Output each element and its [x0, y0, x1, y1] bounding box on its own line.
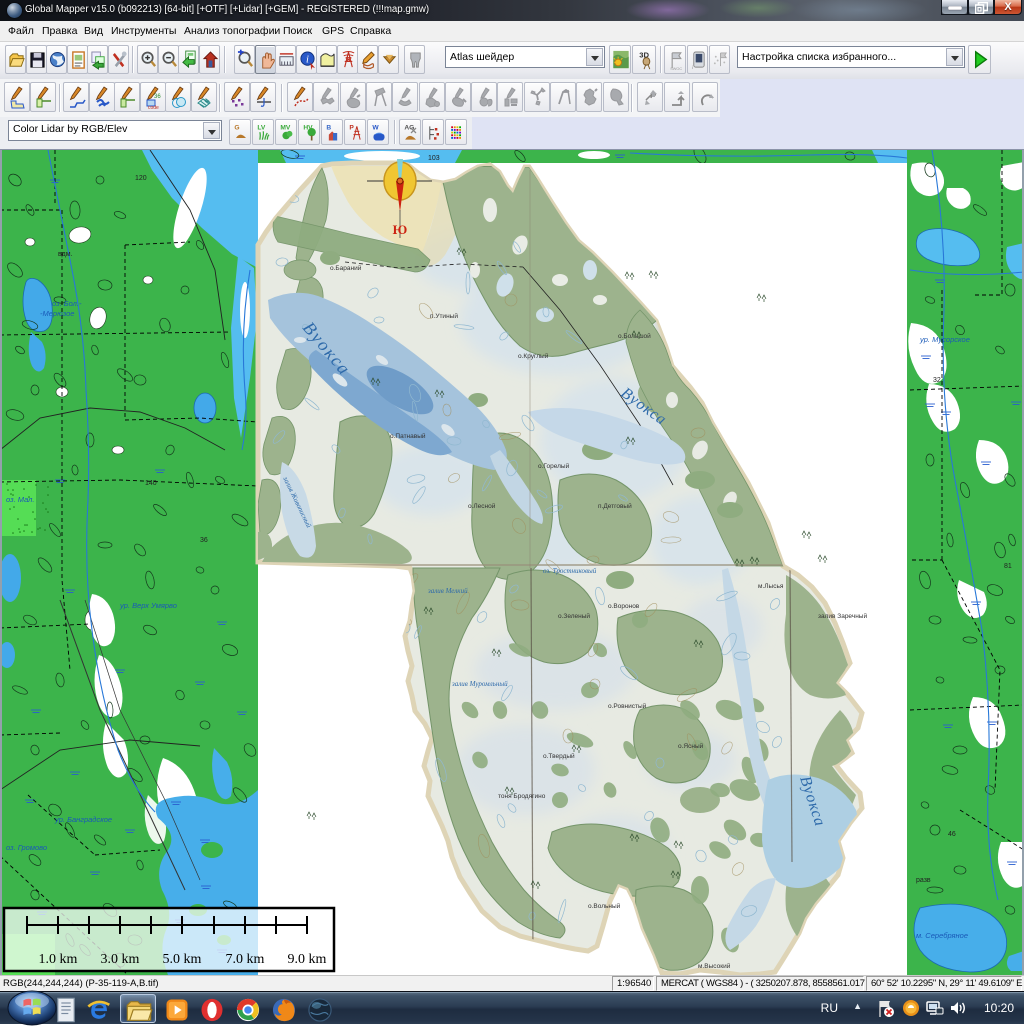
svg-text:о.Патнавый: о.Патнавый — [390, 432, 426, 440]
svg-text:п.Утиный: п.Утиный — [430, 312, 458, 320]
svg-text:п.Детговый: п.Детговый — [598, 502, 632, 510]
svg-text:оз. Громово: оз. Громово — [6, 843, 47, 852]
svg-text:о.Круглый: о.Круглый — [518, 352, 549, 360]
svg-text:ур. Верх Умярво: ур. Верх Умярво — [119, 601, 177, 610]
svg-text:P: P — [349, 125, 354, 132]
svg-text:i: i — [306, 54, 309, 65]
svg-text:46: 46 — [948, 831, 956, 838]
svg-text:120: 120 — [135, 175, 147, 182]
svg-text:5.0 km: 5.0 km — [163, 952, 202, 967]
svg-text:Ю: Ю — [393, 222, 408, 237]
svg-text:32: 32 — [933, 377, 941, 384]
svg-text:м.Высокий: м.Высокий — [698, 962, 731, 970]
svg-text:i: i — [692, 65, 693, 71]
svg-text:36: 36 — [154, 94, 161, 100]
svg-text:о.Большой: о.Большой — [618, 332, 651, 340]
svg-text:1.0 km: 1.0 km — [39, 952, 78, 967]
svg-text:м.Лысья: м.Лысья — [758, 583, 784, 590]
svg-text:36: 36 — [200, 537, 208, 544]
svg-text:140: 140 — [145, 480, 157, 487]
svg-text:о.Лесной: о.Лесной — [468, 502, 496, 510]
svg-text:тоня Бродягино: тоня Бродягино — [498, 793, 546, 800]
svg-text:G: G — [234, 125, 239, 132]
svg-text:о.Бараний: о.Бараний — [330, 264, 362, 272]
svg-text:о.Ровнистый: о.Ровнистый — [608, 702, 647, 710]
svg-text:3.0 km: 3.0 km — [101, 952, 140, 967]
svg-text:о.Горелый: о.Горелый — [538, 462, 570, 470]
svg-text:оз. Тростниковый: оз. Тростниковый — [543, 567, 597, 575]
svg-text:ур. Мусорское: ур. Мусорское — [919, 335, 970, 344]
svg-text:MV: MV — [280, 125, 291, 132]
svg-text:ур. Банградское: ур. Банградское — [54, 815, 112, 824]
svg-text:-Мерюзое: -Мерюзое — [40, 309, 74, 318]
svg-text:оз. Бол.-: оз. Бол.- — [52, 299, 82, 308]
svg-text:code: code — [148, 105, 159, 110]
svg-text:о.Ясный: о.Ясный — [678, 742, 704, 750]
svg-text:м. Серебряное: м. Серебряное — [916, 931, 968, 940]
svg-text:81: 81 — [1004, 563, 1012, 570]
svg-text:B: B — [326, 125, 331, 132]
svg-text:залив Мелкий: залив Мелкий — [427, 587, 468, 595]
svg-text:вдм.: вдм. — [58, 251, 73, 258]
svg-text:LV: LV — [257, 125, 266, 132]
svg-text:оз. Мал.: оз. Мал. — [6, 495, 34, 504]
svg-text:W: W — [372, 125, 379, 132]
svg-text:разв: разв — [916, 877, 931, 884]
svg-text:о.Твердый: о.Твердый — [543, 752, 575, 760]
svg-text:залив Муромльный: залив Муромльный — [451, 680, 508, 688]
svg-text:о.Воронов: о.Воронов — [608, 603, 640, 610]
svg-text:9.0 km: 9.0 km — [288, 952, 327, 967]
svg-text:7.0 km: 7.0 km — [226, 952, 265, 967]
svg-text:о.Вольный: о.Вольный — [588, 902, 621, 910]
svg-text:залив Заречный: залив Заречный — [818, 612, 867, 620]
svg-text:103: 103 — [428, 155, 440, 162]
svg-text:SWOC: SWOC — [670, 67, 682, 71]
svg-text:о.Зеленый: о.Зеленый — [558, 612, 590, 620]
